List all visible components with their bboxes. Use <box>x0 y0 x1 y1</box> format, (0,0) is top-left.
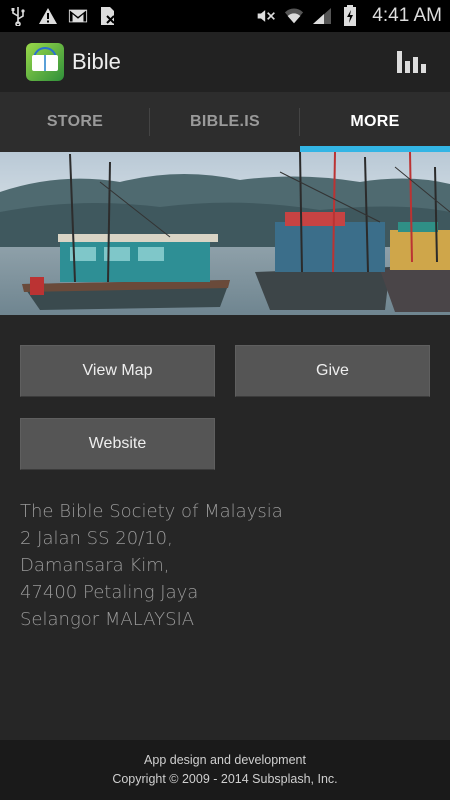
website-button[interactable]: Website <box>20 418 215 470</box>
file-cancel-icon <box>98 6 118 26</box>
tab-divider <box>299 108 300 136</box>
action-bar: Bible <box>0 32 450 92</box>
view-map-button[interactable]: View Map <box>20 345 215 397</box>
address-line: The Bible Society of Malaysia <box>20 501 283 522</box>
usb-icon <box>8 6 28 26</box>
banner-image <box>0 152 450 315</box>
status-bar: 4:41 AM <box>0 0 450 32</box>
mute-icon <box>256 6 276 26</box>
bible-app-logo[interactable] <box>26 43 64 81</box>
wifi-icon <box>284 6 304 26</box>
gmail-icon <box>68 6 88 26</box>
footer: App design and development Copyright © 2… <box>0 740 450 800</box>
tab-store[interactable]: STORE <box>0 92 150 152</box>
tab-divider <box>149 108 150 136</box>
footer-credit: App design and development <box>144 753 306 767</box>
footer-copyright: Copyright © 2009 - 2014 Subsplash, Inc. <box>112 772 338 786</box>
bar-chart-icon <box>397 51 426 73</box>
status-time: 4:41 AM <box>372 5 442 26</box>
tab-more[interactable]: MORE <box>300 92 450 152</box>
app-title: Bible <box>72 49 121 74</box>
address-block: The Bible Society of Malaysia 2 Jalan SS… <box>20 498 430 633</box>
warning-icon <box>38 6 58 26</box>
give-button[interactable]: Give <box>235 345 430 397</box>
address-line: Damansara Kim, <box>20 555 170 576</box>
signal-icon <box>312 6 332 26</box>
tab-bar: STORE BIBLE.IS MORE <box>0 92 450 152</box>
stats-button[interactable] <box>397 51 426 73</box>
address-line: 47400 Petaling Jaya <box>20 582 199 603</box>
tab-bible-is[interactable]: BIBLE.IS <box>150 92 300 152</box>
battery-icon <box>340 5 360 26</box>
address-line: 2 Jalan SS 20/10, <box>20 528 173 549</box>
address-line: Selangor MALAYSIA <box>20 609 195 630</box>
